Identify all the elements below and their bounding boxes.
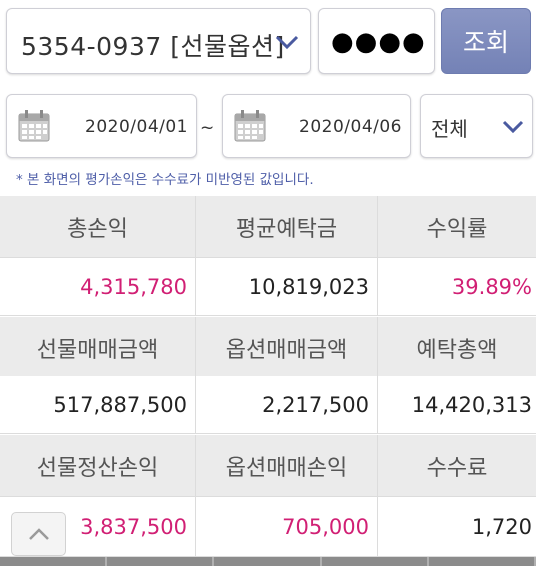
notice-text: * 본 화면의 평가손익은 수수료가 미반영된 값입니다. xyxy=(16,172,314,188)
chevron-down-icon xyxy=(275,35,299,50)
options-trade-pnl-label: 옵션매매손익 xyxy=(196,435,378,496)
summary-header-row: 선물매매금액 옵션매매금액 예탁총액 xyxy=(0,317,536,379)
summary-value-row: 517,887,500 2,217,500 14,420,313 xyxy=(0,376,536,434)
password-mask: ●●●● xyxy=(331,27,426,57)
avg-deposit-value: 10,819,023 xyxy=(196,258,378,315)
futures-settlement-pnl-label: 선물정산손익 xyxy=(0,435,196,496)
commission-value: 1,720 xyxy=(471,514,532,539)
filter-value: 전체 xyxy=(431,117,468,141)
calendar-icon xyxy=(234,110,266,142)
chevron-down-icon xyxy=(502,120,524,134)
chevron-up-icon xyxy=(29,528,49,540)
total-pnl-label: 총손익 xyxy=(0,196,196,257)
total-deposit-label: 예탁총액 xyxy=(416,337,498,363)
date-from-picker[interactable]: 2020/04/01 xyxy=(6,94,197,158)
account-number: 5354-0937 [선물옵션] xyxy=(21,32,285,61)
total-deposit-value: 14,420,313 xyxy=(411,392,532,417)
bottom-tab-strip xyxy=(0,557,536,566)
date-to-value: 2020/04/06 xyxy=(299,117,402,137)
commission-label: 수수료 xyxy=(426,455,488,481)
date-from-value: 2020/04/01 xyxy=(85,117,188,137)
summary-value-row: 4,315,780 10,819,023 39.89% xyxy=(0,258,536,316)
date-to-picker[interactable]: 2020/04/06 xyxy=(222,94,411,158)
total-pnl-value: 4,315,780 xyxy=(0,258,196,315)
scroll-to-top-button[interactable] xyxy=(11,512,66,556)
account-select[interactable]: 5354-0937 [선물옵션] xyxy=(6,8,311,74)
summary-header-row: 선물정산손익 옵션매매손익 수수료 xyxy=(0,435,536,497)
password-input[interactable]: ●●●● xyxy=(318,8,435,74)
summary-header-row: 총손익 평균예탁금 수익률 xyxy=(0,196,536,258)
date-separator: ~ xyxy=(200,118,215,138)
search-button[interactable]: 조회 xyxy=(441,8,531,74)
futures-trade-amount-label: 선물매매금액 xyxy=(0,317,196,378)
options-trade-amount-value: 2,217,500 xyxy=(196,376,378,433)
avg-deposit-label: 평균예탁금 xyxy=(196,196,378,257)
summary-value-row: 3,837,500 705,000 1,720 xyxy=(0,497,536,557)
return-rate-label: 수익률 xyxy=(426,216,488,242)
futures-trade-amount-value: 517,887,500 xyxy=(0,376,196,433)
filter-select[interactable]: 전체 xyxy=(420,94,533,158)
calendar-icon xyxy=(18,110,50,142)
options-trade-pnl-value: 705,000 xyxy=(196,497,378,556)
return-rate-value: 39.89% xyxy=(451,274,532,299)
options-trade-amount-label: 옵션매매금액 xyxy=(196,317,378,378)
